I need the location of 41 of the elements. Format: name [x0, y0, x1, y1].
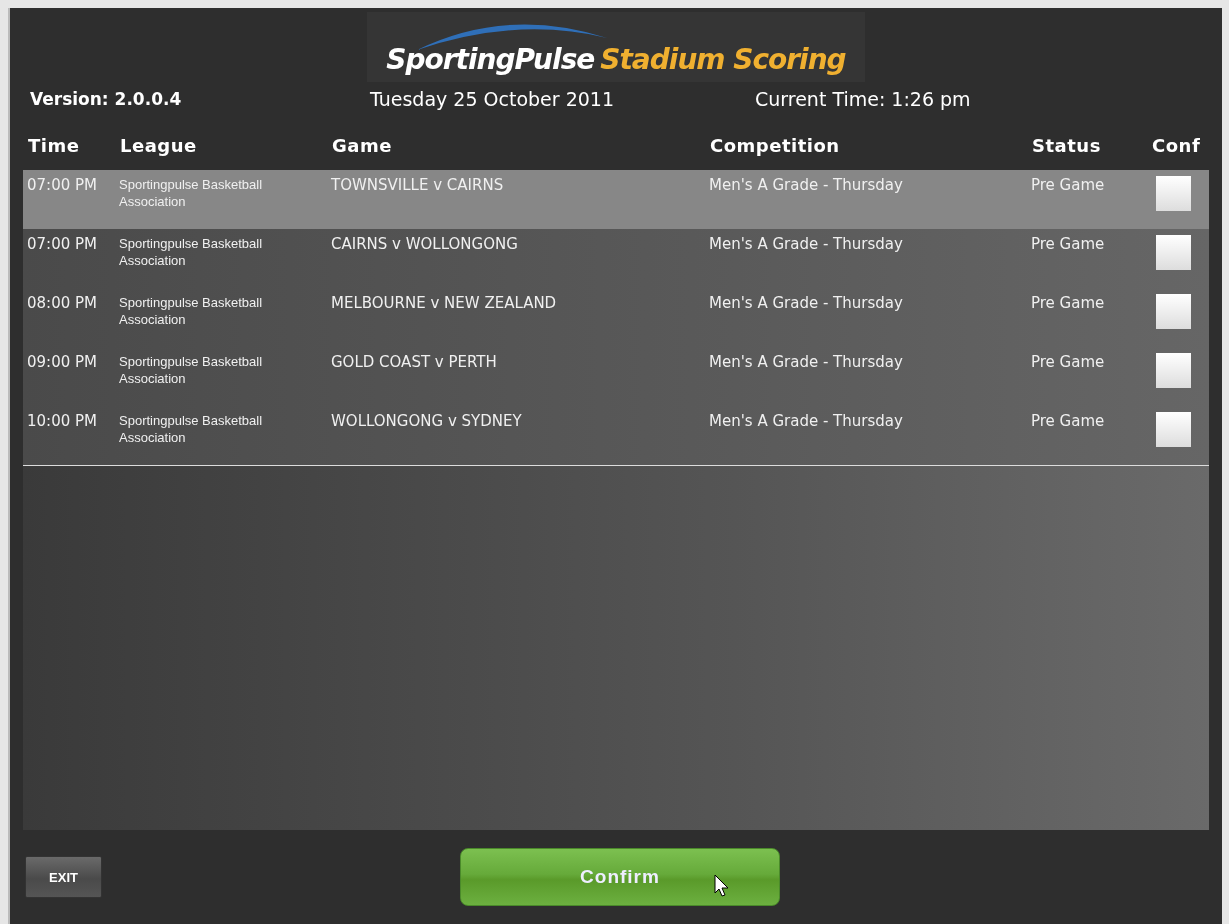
status-cell-text: Pre Game	[1030, 412, 1106, 430]
game-cell-text: TOWNSVILLE v CAIRNS	[330, 176, 505, 194]
time-cell-text: 08:00 PM	[26, 294, 98, 312]
logo-brand: SportingPulse	[386, 43, 595, 76]
game-cell-text: GOLD COAST v PERTH	[330, 353, 498, 371]
time-cell-text: 10:00 PM	[26, 412, 98, 430]
competition-cell-text: Men's A Grade - Thursday	[708, 412, 904, 430]
column-header: Conf	[1151, 134, 1202, 156]
time-cell-text: 07:00 PM	[26, 235, 98, 253]
column-header: League	[119, 134, 198, 156]
status-cell-text: Pre Game	[1030, 176, 1106, 194]
status-cell-text: Pre Game	[1030, 294, 1106, 312]
game-row[interactable]: 10:00 PM Sportingpulse Basketball Association WOLLONGONG v SYDNEY Men's A Grade - Thursday Pre Game	[23, 406, 1209, 465]
status-cell-text: Pre Game	[1030, 235, 1106, 253]
column-header: Time	[27, 134, 81, 156]
game-row[interactable]: 09:00 PM Sportingpulse Basketball Association GOLD COAST v PERTH Men's A Grade - Thursday Pre Game	[23, 347, 1209, 406]
competition-cell-text: Men's A Grade - Thursday	[708, 294, 904, 312]
current-time: Current Time: 1:26 pm	[755, 88, 971, 110]
league-cell-text: Sportingpulse Basketball Association	[118, 353, 264, 387]
competition-cell-text: Men's A Grade - Thursday	[708, 176, 904, 194]
column-header: Game	[331, 134, 393, 156]
game-cell-text: MELBOURNE v NEW ZEALAND	[330, 294, 558, 312]
competition-cell-text: Men's A Grade - Thursday	[708, 353, 904, 371]
competition-cell-text: Men's A Grade - Thursday	[708, 235, 904, 253]
column-header: Competition	[709, 134, 841, 156]
game-cell-text: CAIRNS v WOLLONGONG	[330, 235, 519, 253]
game-cell-text: WOLLONGONG v SYDNEY	[330, 412, 523, 430]
time-cell-text: 09:00 PM	[26, 353, 98, 371]
league-cell-text: Sportingpulse Basketball Association	[118, 294, 264, 328]
date-label: Tuesday 25 October 2011	[370, 88, 615, 110]
league-cell-text: Sportingpulse Basketball Association	[118, 235, 264, 269]
game-row[interactable]: 07:00 PM Sportingpulse Basketball Association CAIRNS v WOLLONGONG Men's A Grade - Thursday Pre Game	[23, 229, 1209, 288]
logo-product: Stadium Scoring	[600, 43, 846, 76]
exit-button[interactable]: EXIT	[25, 856, 102, 898]
game-row[interactable]: 08:00 PM Sportingpulse Basketball Association MELBOURNE v NEW ZEALAND Men's A Grade - Thursday Pre Game	[23, 288, 1209, 347]
status-cell-text: Pre Game	[1030, 353, 1106, 371]
league-cell-text: Sportingpulse Basketball Association	[118, 412, 264, 446]
version-label: Version: 2.0.0.4	[30, 89, 183, 109]
league-cell-text: Sportingpulse Basketball Association	[118, 176, 264, 210]
column-header: Status	[1031, 134, 1102, 156]
time-cell-text: 07:00 PM	[26, 176, 98, 194]
